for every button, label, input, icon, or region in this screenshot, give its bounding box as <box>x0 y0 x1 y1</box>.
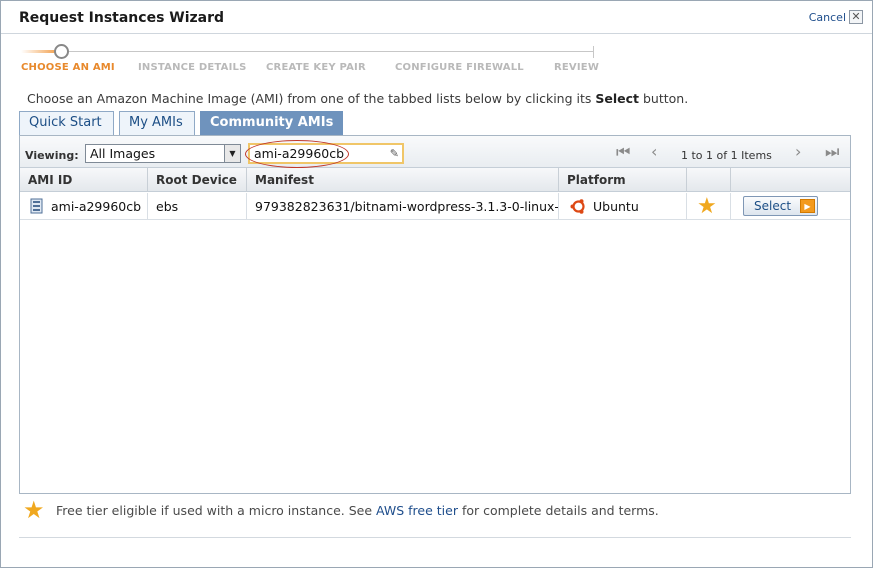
step-configure-firewall: CONFIGURE FIREWALL <box>395 62 524 73</box>
step-create-key-pair: CREATE KEY PAIR <box>266 62 366 73</box>
pager-text: 1 to 1 of 1 Items <box>681 149 772 162</box>
next-page-icon[interactable]: › <box>795 144 801 160</box>
ami-icon <box>30 198 43 214</box>
list-toolbar: Viewing: All Images ▼ ami-a29960cb ✎ ⏮ ‹… <box>20 136 850 168</box>
tab-quick-start[interactable]: Quick Start <box>19 111 114 135</box>
column-ami-id[interactable]: AMI ID <box>20 168 148 192</box>
step-review: REVIEW <box>554 62 600 73</box>
pencil-icon: ✎ <box>389 147 399 160</box>
cell-ami-id: ami-a29960cb <box>20 193 148 220</box>
column-manifest[interactable]: Manifest <box>247 168 559 192</box>
free-tier-note-text-end: for complete details and terms. <box>457 503 659 518</box>
viewing-label: Viewing: <box>25 149 79 162</box>
free-tier-note: Free tier eligible if used with a micro … <box>56 503 659 518</box>
viewing-select-value: All Images <box>90 146 156 161</box>
progress-current-dot <box>54 44 69 59</box>
last-page-icon[interactable]: ⏭ <box>825 144 839 160</box>
ami-id-value: ami-a29960cb <box>51 199 142 214</box>
previous-page-icon[interactable]: ‹ <box>651 144 657 160</box>
aws-free-tier-link[interactable]: AWS free tier <box>376 503 458 518</box>
progress-track <box>21 51 594 52</box>
tab-my-amis[interactable]: My AMIs <box>119 111 195 135</box>
chevron-down-icon[interactable]: ▼ <box>224 145 240 162</box>
ami-list-panel: Viewing: All Images ▼ ami-a29960cb ✎ ⏮ ‹… <box>19 135 851 494</box>
table-row[interactable]: ami-a29960cb ebs 979382823631/bitnami-wo… <box>20 193 850 220</box>
play-icon: ▶ <box>800 199 815 213</box>
free-tier-legend-star-icon: ★ <box>23 496 45 524</box>
window-title: Request Instances Wizard <box>19 10 225 26</box>
tab-community-amis[interactable]: Community AMIs <box>200 111 343 135</box>
instructions-text: Choose an Amazon Machine Image (AMI) fro… <box>27 91 688 106</box>
instructions-part-1: Choose an Amazon Machine Image (AMI) fro… <box>27 91 596 106</box>
footer-divider <box>19 537 851 538</box>
cell-action: Select ▶ <box>731 193 850 220</box>
cell-free-tier: ★ <box>687 193 731 220</box>
free-tier-note-text: Free tier eligible if used with a micro … <box>56 503 376 518</box>
cell-root-device: ebs <box>148 193 247 220</box>
cancel-link[interactable]: Cancel <box>809 11 846 24</box>
close-icon[interactable]: ✕ <box>849 10 863 24</box>
select-button[interactable]: Select ▶ <box>743 196 818 216</box>
title-bar: Request Instances Wizard Cancel ✕ <box>1 1 872 34</box>
cell-platform: Ubuntu <box>559 193 687 220</box>
instructions-part-2: button. <box>639 91 689 106</box>
table-header: AMI ID Root Device Manifest Platform <box>20 168 850 192</box>
column-platform[interactable]: Platform <box>559 168 687 192</box>
step-instance-details: INSTANCE DETAILS <box>138 62 247 73</box>
first-page-icon[interactable]: ⏮ <box>616 144 630 160</box>
free-tier-star-icon: ★ <box>697 194 717 219</box>
platform-value: Ubuntu <box>593 199 639 214</box>
progress-end-tick <box>593 46 594 58</box>
cell-manifest: 979382823631/bitnami-wordpress-3.1.3-0-l… <box>247 193 559 220</box>
wizard-progress: CHOOSE AN AMI INSTANCE DETAILS CREATE KE… <box>21 43 600 75</box>
wizard-window: Request Instances Wizard Cancel ✕ CHOOSE… <box>0 0 873 568</box>
ubuntu-icon <box>570 199 585 214</box>
column-action <box>731 168 850 192</box>
viewing-select[interactable]: All Images ▼ <box>85 144 241 163</box>
column-root-device[interactable]: Root Device <box>148 168 247 192</box>
search-input[interactable]: ami-a29960cb ✎ <box>248 143 404 164</box>
step-choose-ami: CHOOSE AN AMI <box>21 62 115 73</box>
search-input-value: ami-a29960cb <box>254 146 345 161</box>
progress-track-active <box>21 50 57 53</box>
instructions-bold: Select <box>595 91 639 106</box>
select-button-label: Select <box>754 199 792 213</box>
column-free-tier <box>687 168 731 192</box>
